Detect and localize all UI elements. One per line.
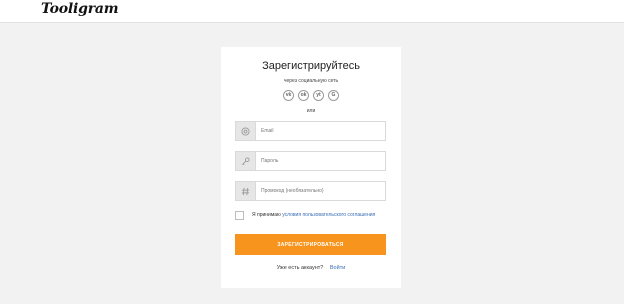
key-icon bbox=[236, 152, 256, 170]
register-button[interactable]: ЗАРЕГИСТРИРОВАТЬСЯ bbox=[235, 234, 386, 255]
odnoklassniki-icon[interactable]: ok bbox=[298, 90, 309, 101]
promo-field[interactable]: Промокод (необязательно) bbox=[235, 181, 386, 201]
terms-link[interactable]: условия пользовательского соглашения bbox=[282, 212, 375, 218]
login-row: Уже есть аккаунт? Войти bbox=[221, 265, 401, 271]
social-buttons: vk ok yt G bbox=[283, 90, 339, 102]
terms-checkbox[interactable] bbox=[235, 210, 244, 220]
login-link[interactable]: Войти bbox=[330, 265, 345, 271]
google-glyph: G bbox=[331, 92, 336, 98]
or-divider: или bbox=[306, 108, 316, 114]
password-placeholder: Пароль bbox=[261, 158, 279, 164]
yt-glyph: yt bbox=[316, 92, 321, 98]
logo[interactable]: Tooligram bbox=[41, 1, 119, 17]
terms-label: Я принимаю условия пользовательского сог… bbox=[252, 212, 375, 218]
ok-glyph: ok bbox=[300, 92, 307, 98]
page-title: Зарегистрируйтесь bbox=[262, 60, 360, 72]
vk-glyph: vk bbox=[285, 92, 292, 98]
hash-icon bbox=[236, 182, 256, 200]
signup-card: Зарегистрируйтесь через социальную сеть … bbox=[221, 47, 401, 288]
top-header: Tooligram bbox=[0, 0, 624, 23]
email-field[interactable]: Email bbox=[235, 121, 386, 141]
social-subtitle: через социальную сеть bbox=[283, 78, 339, 84]
terms-row: Я принимаю условия пользовательского сог… bbox=[235, 210, 395, 220]
password-field[interactable]: Пароль bbox=[235, 151, 386, 171]
at-icon bbox=[236, 122, 256, 140]
google-icon[interactable]: G bbox=[328, 90, 339, 101]
vk-icon[interactable]: vk bbox=[283, 90, 294, 101]
youtube-icon[interactable]: yt bbox=[313, 90, 324, 101]
have-account-text: Уже есть аккаунт? bbox=[276, 265, 324, 271]
terms-text: Я принимаю bbox=[252, 212, 281, 218]
email-placeholder: Email bbox=[261, 128, 274, 134]
promo-placeholder: Промокод (необязательно) bbox=[261, 188, 324, 194]
